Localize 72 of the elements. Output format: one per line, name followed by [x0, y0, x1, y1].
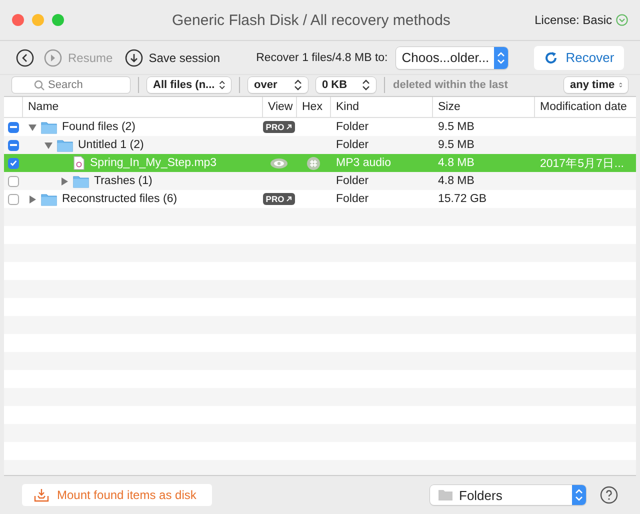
folder-icon — [41, 120, 57, 134]
file-type-dropdown[interactable]: All files (n... — [147, 77, 231, 93]
pro-badge[interactable]: PRO — [262, 121, 296, 133]
size-text: 9.5 MB — [438, 121, 474, 133]
license-label: License: Basic — [534, 13, 612, 27]
checkbox[interactable] — [8, 158, 18, 168]
column-header[interactable]: Size — [432, 97, 534, 117]
folder-icon — [438, 489, 453, 501]
refresh-icon — [544, 50, 558, 64]
recover-summary: Recover 1 files/4.8 MB to: — [256, 52, 388, 64]
column-header[interactable]: Name — [22, 97, 262, 117]
close-button[interactable] — [12, 14, 24, 26]
time-dropdown[interactable]: any time — [564, 77, 628, 93]
audio-file-icon — [73, 156, 85, 170]
download-tray-icon — [34, 488, 49, 502]
help-icon[interactable] — [600, 486, 618, 504]
up-down-arrows-icon — [496, 50, 505, 64]
size-dropdown[interactable]: 0 KB — [316, 77, 376, 93]
disclosure-collapsed-icon[interactable] — [60, 176, 68, 186]
deleted-label: deleted within the last — [393, 79, 508, 91]
kind-text: Folder — [336, 175, 369, 187]
up-down-arrows-icon — [294, 79, 302, 91]
table-row[interactable]: Reconstructed files (6) PRO Folder 15.72 GB — [4, 190, 636, 208]
disclosure-collapsed-icon[interactable] — [28, 194, 36, 204]
folder-icon — [41, 192, 57, 206]
table-row[interactable]: Found files (2) PRO Folder 9.5 MB — [4, 118, 636, 136]
file-name: Reconstructed files (6) — [62, 193, 178, 205]
save-session-button[interactable]: Save session — [122, 48, 222, 66]
back-icon[interactable] — [16, 48, 34, 66]
checkbox[interactable] — [8, 176, 18, 186]
file-name: Untitled 1 (2) — [78, 139, 144, 151]
hex-icon[interactable] — [306, 156, 320, 170]
size-text: 9.5 MB — [438, 139, 474, 151]
file-name: Trashes (1) — [94, 175, 152, 187]
up-down-arrows-icon — [218, 79, 225, 91]
column-header[interactable]: Hex — [296, 97, 330, 117]
destination-dropdown[interactable]: Choos...older... — [396, 46, 508, 68]
column-header[interactable]: View — [262, 97, 296, 117]
pro-badge[interactable]: PRO — [262, 193, 296, 205]
column-header[interactable]: Kind — [330, 97, 432, 117]
disclosure-expanded-icon[interactable] — [28, 122, 36, 132]
window-title: Generic Flash Disk / All recovery methods — [172, 12, 450, 28]
arrow-icon — [286, 124, 292, 130]
download-icon — [124, 48, 143, 66]
up-down-arrows-icon — [575, 488, 583, 502]
kind-text: Folder — [336, 121, 369, 133]
date-text: 2017年5月7日... — [540, 158, 624, 170]
arrow-icon — [286, 196, 292, 202]
disclosure-expanded-icon[interactable] — [44, 140, 52, 150]
checkbox[interactable] — [8, 122, 18, 132]
kind-text: Folder — [336, 139, 369, 151]
size-text: 4.8 MB — [438, 157, 474, 169]
search-field[interactable]: Search — [12, 77, 130, 93]
file-name: Found files (2) — [62, 121, 136, 133]
size-text: 4.8 MB — [438, 175, 474, 187]
checkbox[interactable] — [8, 140, 18, 150]
size-operator-dropdown[interactable]: over — [248, 77, 308, 93]
search-icon — [34, 80, 45, 91]
size-text: 15.72 GB — [438, 193, 487, 205]
file-name: Spring_In_My_Step.mp3 — [90, 157, 217, 169]
eye-icon[interactable] — [270, 158, 288, 168]
folder-icon — [57, 138, 73, 152]
recover-button[interactable]: Recover — [534, 46, 624, 70]
column-header[interactable]: Modification date — [534, 97, 636, 117]
folder-icon — [73, 174, 89, 188]
chevron-down-icon[interactable] — [616, 14, 628, 26]
up-down-arrows-icon — [362, 79, 370, 91]
view-mode-dropdown[interactable]: Folders — [430, 485, 586, 505]
kind-text: MP3 audio — [336, 157, 391, 169]
play-icon — [44, 48, 62, 66]
kind-text: Folder — [336, 193, 369, 205]
checkbox[interactable] — [8, 194, 18, 204]
